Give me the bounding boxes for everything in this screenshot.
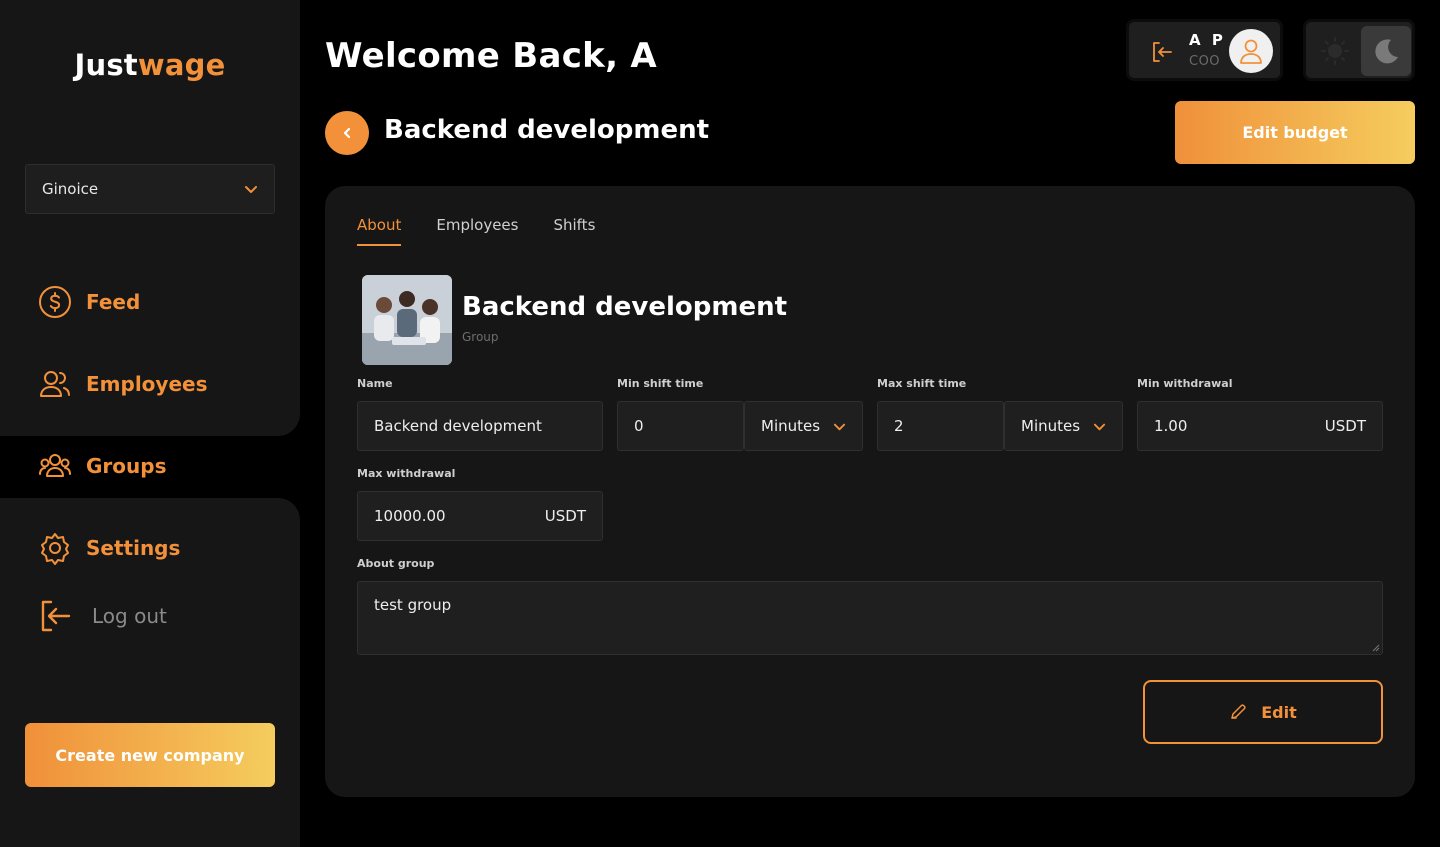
max-shift-unit-value: Minutes bbox=[1021, 417, 1081, 435]
max-withdrawal-field[interactable]: 10000.00 USDT bbox=[357, 491, 603, 541]
min-shift-field[interactable]: 0 bbox=[617, 401, 744, 451]
brand-logo-part1: Just bbox=[74, 48, 138, 82]
max-shift-unit-select[interactable]: Minutes bbox=[1004, 401, 1123, 451]
name-field-value: Backend development bbox=[374, 417, 542, 435]
max-withdrawal-label: Max withdrawal bbox=[357, 467, 456, 480]
min-shift-value: 0 bbox=[634, 417, 644, 435]
min-withdrawal-value: 1.00 bbox=[1154, 417, 1188, 435]
create-company-button[interactable]: Create new company bbox=[25, 723, 275, 787]
theme-toggle[interactable] bbox=[1303, 19, 1415, 81]
chevron-down-icon bbox=[833, 423, 846, 430]
tab-bar: About Employees Shifts bbox=[357, 216, 595, 246]
about-group-textarea[interactable]: test group bbox=[357, 581, 1383, 655]
edit-budget-button[interactable]: Edit budget bbox=[1175, 101, 1415, 164]
group-photo bbox=[362, 275, 452, 365]
dark-mode-option[interactable] bbox=[1361, 26, 1411, 76]
back-button[interactable] bbox=[325, 111, 369, 155]
logout-icon bbox=[41, 600, 71, 632]
group-icon bbox=[39, 454, 71, 477]
max-shift-label: Max shift time bbox=[877, 377, 967, 390]
name-field[interactable]: Backend development bbox=[357, 401, 603, 451]
min-withdrawal-label: Min withdrawal bbox=[1137, 377, 1233, 390]
edit-button-label: Edit bbox=[1261, 702, 1297, 722]
logout-icon[interactable] bbox=[1151, 41, 1173, 63]
dollar-icon bbox=[39, 286, 71, 318]
min-withdrawal-currency: USDT bbox=[1324, 417, 1366, 435]
company-select[interactable]: Ginoice bbox=[25, 164, 275, 214]
group-photo-illustration bbox=[362, 275, 452, 365]
chevron-left-icon bbox=[343, 127, 351, 139]
sidebar-item-employees[interactable]: Employees bbox=[38, 364, 207, 404]
sidebar-item-feed[interactable]: Feed bbox=[38, 282, 140, 322]
max-shift-field[interactable]: 2 bbox=[877, 401, 1004, 451]
resize-grip-icon[interactable] bbox=[1372, 644, 1380, 652]
group-name: Backend development bbox=[462, 292, 788, 322]
about-group-label: About group bbox=[357, 557, 435, 570]
sidebar-item-label: Employees bbox=[86, 372, 208, 396]
tab-about[interactable]: About bbox=[357, 216, 402, 246]
sidebar-item-label: Settings bbox=[86, 536, 181, 560]
welcome-heading: Welcome Back, A bbox=[325, 36, 658, 76]
max-shift-value: 2 bbox=[894, 417, 904, 435]
group-detail-panel: About Employees Shifts Backend developme… bbox=[325, 186, 1415, 797]
users-icon bbox=[40, 371, 70, 397]
sidebar-item-label: Feed bbox=[86, 290, 141, 314]
app-root: Justwage Ginoice Feed Employees Groups S… bbox=[0, 0, 1440, 847]
brand-logo-part2: wage bbox=[137, 48, 226, 82]
max-withdrawal-currency: USDT bbox=[544, 507, 586, 525]
min-shift-unit-value: Minutes bbox=[761, 417, 821, 435]
edit-button[interactable]: Edit bbox=[1143, 680, 1383, 744]
sidebar-item-label: Log out bbox=[92, 604, 167, 628]
avatar[interactable] bbox=[1229, 29, 1273, 73]
about-group-value: test group bbox=[374, 596, 452, 614]
chevron-down-icon bbox=[245, 186, 257, 193]
min-withdrawal-field[interactable]: 1.00 USDT bbox=[1137, 401, 1383, 451]
gear-icon bbox=[41, 533, 69, 565]
user-initials: A P bbox=[1189, 31, 1226, 49]
moon-icon bbox=[1375, 39, 1398, 64]
chevron-down-icon bbox=[1093, 423, 1106, 430]
name-label: Name bbox=[357, 377, 393, 390]
tab-employees[interactable]: Employees bbox=[436, 216, 518, 246]
max-withdrawal-value: 10000.00 bbox=[374, 507, 446, 525]
sidebar-item-label: Groups bbox=[86, 454, 167, 478]
brand-logo: Justwage bbox=[0, 48, 300, 82]
sun-icon[interactable] bbox=[1320, 36, 1350, 66]
min-shift-label: Min shift time bbox=[617, 377, 704, 390]
user-avatar-icon bbox=[1240, 39, 1262, 64]
group-type: Group bbox=[462, 330, 499, 344]
sidebar-item-settings[interactable]: Settings bbox=[38, 528, 180, 568]
pencil-icon bbox=[1231, 704, 1246, 719]
page-title: Backend development bbox=[384, 115, 710, 145]
user-card[interactable]: A P COO bbox=[1126, 19, 1283, 81]
tab-shifts[interactable]: Shifts bbox=[553, 216, 595, 246]
sidebar-item-logout[interactable]: Log out bbox=[38, 596, 167, 636]
sidebar-item-groups[interactable]: Groups bbox=[38, 446, 166, 486]
sidebar: Justwage Ginoice Feed Employees Groups S… bbox=[0, 0, 300, 847]
min-shift-unit-select[interactable]: Minutes bbox=[744, 401, 863, 451]
user-role: COO bbox=[1189, 54, 1221, 69]
company-select-value: Ginoice bbox=[42, 180, 99, 198]
